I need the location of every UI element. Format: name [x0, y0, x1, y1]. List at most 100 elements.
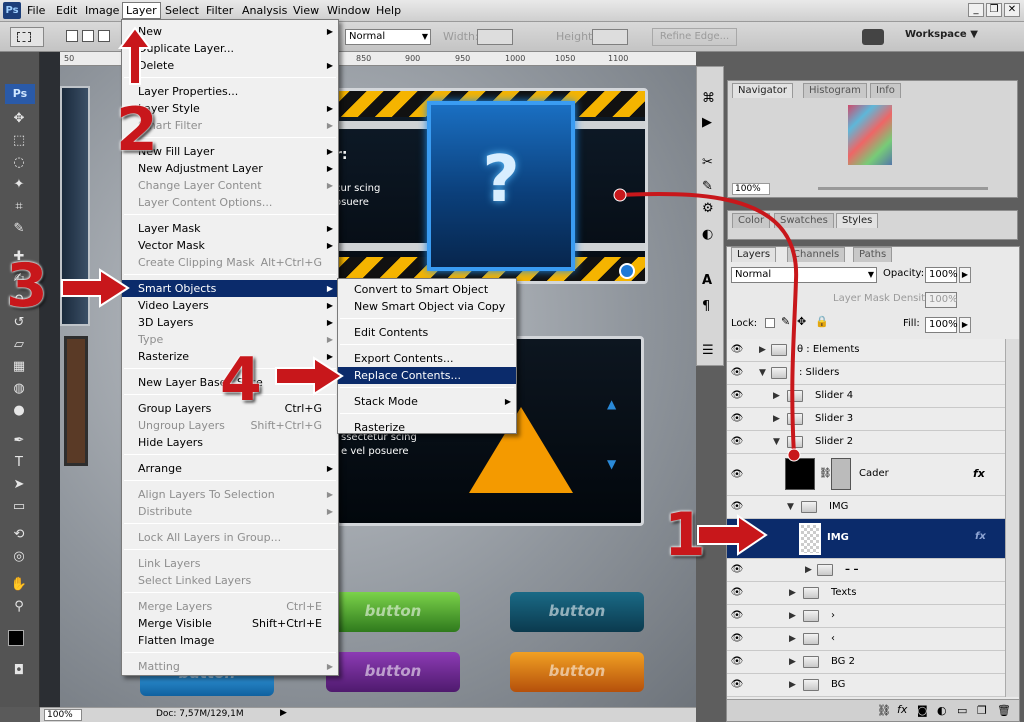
expand-arrow-icon[interactable]: ▶ [805, 565, 812, 575]
menu-layer[interactable]: Layer [122, 2, 161, 19]
tab-paths[interactable]: Paths [853, 247, 893, 262]
height-field[interactable] [592, 29, 628, 45]
expand-arrow-icon[interactable]: ▶ [789, 680, 796, 690]
visibility-eye-icon[interactable]: 👁 [729, 500, 745, 514]
expand-arrow-icon[interactable]: ▶ [789, 657, 796, 667]
workspace-button[interactable]: Workspace ▼ [905, 29, 978, 40]
magic-wand-icon[interactable]: ✦ [9, 176, 29, 194]
actions-panel-icon[interactable]: ▶ [702, 115, 712, 130]
fill-field[interactable]: 100% [925, 317, 958, 333]
button-green[interactable]: button [326, 592, 460, 632]
menu-edit[interactable]: Edit [53, 3, 80, 18]
camera-icon[interactable] [862, 29, 884, 45]
fill-slider-icon[interactable]: ▶ [959, 317, 971, 333]
layer-row[interactable]: 👁 ▶ ‹ [727, 628, 1005, 651]
menu-item-stack-mode[interactable]: Stack Mode ▶ [338, 393, 516, 410]
layers-scrollbar[interactable] [1005, 339, 1019, 697]
menu-item-replace-contents[interactable]: Replace Contents... [338, 367, 516, 384]
menu-item-merge-visible[interactable]: Merge Visible Shift+Ctrl+E [122, 615, 338, 632]
menu-help[interactable]: Help [373, 3, 404, 18]
button-orange[interactable]: button [510, 652, 644, 692]
foreground-color-swatch[interactable] [8, 630, 24, 646]
add-mask-icon[interactable]: ◙ [917, 704, 928, 717]
pen-tool-icon[interactable]: ✒ [9, 432, 29, 450]
fx-icon[interactable]: fx [975, 531, 986, 542]
subtract-selection-icon[interactable] [98, 30, 110, 42]
menu-analysis[interactable]: Analysis [239, 3, 290, 18]
hand-tool-icon[interactable]: ✋ [9, 576, 29, 594]
visibility-eye-icon[interactable]: 👁 [729, 632, 745, 646]
new-layer-icon[interactable]: ❐ [977, 704, 987, 717]
visibility-eye-icon[interactable]: 👁 [729, 655, 745, 669]
3d-rotate-icon[interactable]: ⟲ [9, 526, 29, 544]
tab-navigator[interactable]: Navigator [732, 83, 793, 98]
path-selection-icon[interactable]: ➤ [9, 476, 29, 494]
zoom-tool-icon[interactable]: ⚲ [9, 598, 29, 616]
menu-filter[interactable]: Filter [203, 3, 236, 18]
zoom-field[interactable]: 100% [44, 709, 82, 721]
gradient-tool-icon[interactable]: ▦ [9, 358, 29, 376]
type-tool-icon[interactable]: T [9, 454, 29, 472]
menu-window[interactable]: Window [324, 3, 373, 18]
menu-item-flatten-image[interactable]: Flatten Image [122, 632, 338, 649]
collapse-arrow-icon[interactable]: ▼ [787, 502, 794, 512]
menu-item-new[interactable]: New ▶ [122, 23, 338, 40]
delete-layer-icon[interactable]: 🗑 [997, 704, 1011, 717]
menu-file[interactable]: File [24, 3, 48, 18]
tab-histogram[interactable]: Histogram [803, 83, 867, 98]
refine-edge-button[interactable]: Refine Edge... [652, 28, 737, 46]
expand-arrow-icon[interactable]: ▶ [789, 588, 796, 598]
opacity-slider-icon[interactable]: ▶ [959, 267, 971, 283]
3d-orbit-icon[interactable]: ◎ [9, 548, 29, 566]
width-field[interactable] [477, 29, 513, 45]
new-selection-icon[interactable] [66, 30, 78, 42]
history-panel-icon[interactable]: ⌘ [702, 91, 715, 106]
lasso-tool-icon[interactable]: ◌ [9, 154, 29, 172]
quick-mask-icon[interactable]: ◘ [9, 662, 29, 680]
move-tool-icon[interactable]: ✥ [9, 110, 29, 128]
visibility-eye-icon[interactable]: 👁 [729, 586, 745, 600]
visibility-eye-icon[interactable]: 👁 [729, 468, 745, 482]
menu-item-layer-mask[interactable]: Layer Mask ▶ [122, 220, 338, 237]
layer-row[interactable]: 👁 ▶ BG [727, 674, 1005, 697]
visibility-eye-icon[interactable]: 👁 [729, 563, 745, 577]
menu-item-vector-mask[interactable]: Vector Mask ▶ [122, 237, 338, 254]
dodge-tool-icon[interactable]: ● [9, 402, 29, 420]
layer-row[interactable]: 👁 ▶ BG 2 [727, 651, 1005, 674]
tab-info[interactable]: Info [870, 83, 901, 98]
layer-row-selected[interactable]: IMG fx [727, 519, 1005, 559]
menu-item-3d-layers[interactable]: 3D Layers ▶ [122, 314, 338, 331]
status-menu-arrow-icon[interactable]: ▶ [280, 708, 287, 718]
eraser-tool-icon[interactable]: ▱ [9, 336, 29, 354]
navigator-thumbnail[interactable] [848, 105, 892, 165]
marquee-tool-icon[interactable]: ⬚ [9, 132, 29, 150]
menu-item-edit-contents[interactable]: Edit Contents [338, 324, 516, 341]
expand-arrow-icon[interactable]: ▶ [789, 611, 796, 621]
visibility-eye-icon[interactable]: 👁 [729, 678, 745, 692]
button-teal[interactable]: button [510, 592, 644, 632]
menu-item-duplicate-layer[interactable]: Duplicate Layer... [122, 40, 338, 57]
layer-row[interactable]: 👁 ▶ › [727, 605, 1005, 628]
style-select[interactable]: Normal ▼ [345, 29, 431, 45]
crop-tool-icon[interactable]: ⌗ [9, 198, 29, 216]
tools-preset-icon[interactable]: ✂ [702, 155, 713, 170]
menu-item-smart-objects[interactable]: Smart Objects ▶ [122, 280, 338, 297]
layer-row[interactable]: 👁 ▶ – – [727, 559, 1005, 582]
menu-item-arrange[interactable]: Arrange ▶ [122, 460, 338, 477]
new-group-icon[interactable]: ▭ [957, 704, 967, 717]
layer-row[interactable]: 👁 ▼ IMG [727, 496, 1005, 519]
shape-tool-icon[interactable]: ▭ [9, 498, 29, 516]
eyedropper-icon[interactable]: ✎ [9, 220, 29, 238]
menu-item-rasterize[interactable]: Rasterize [338, 419, 516, 436]
restore-icon[interactable]: ❐ [986, 3, 1002, 17]
navigator-zoom-slider[interactable] [818, 187, 988, 190]
tab-styles[interactable]: Styles [836, 213, 879, 228]
opacity-field[interactable]: 100% [925, 267, 958, 283]
menu-item-export-contents[interactable]: Export Contents... [338, 350, 516, 367]
add-selection-icon[interactable] [82, 30, 94, 42]
photoshop-app-icon[interactable]: Ps [3, 2, 21, 19]
menu-select[interactable]: Select [162, 3, 202, 18]
button-purple[interactable]: button [326, 652, 460, 692]
adjustment-layer-icon[interactable]: ◐ [937, 704, 947, 717]
menu-image[interactable]: Image [82, 3, 122, 18]
